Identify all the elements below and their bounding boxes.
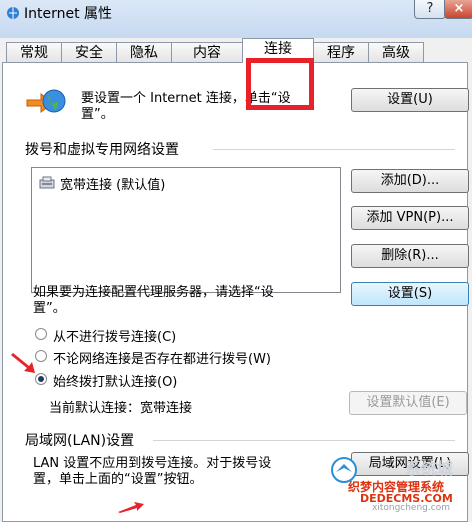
tab-advanced[interactable]: 高级 (368, 42, 424, 62)
connections-panel: 要设置一个 Internet 连接，单击“设 置”。 设置(U) 拨号和虚拟专用… (2, 62, 469, 522)
proxy-description: 如果要为连接配置代理服务器，请选择“设 置”。 (33, 285, 274, 317)
lan-text-line1: LAN 设置不应用到拨号连接。对于拨号设 (33, 456, 272, 471)
tab-programs[interactable]: 程序 (313, 42, 369, 62)
tab-content[interactable]: 内容 (171, 42, 243, 62)
highlight-box (246, 58, 314, 110)
window-title: Internet 属性 (24, 6, 113, 22)
lan-section-title: 局域网(LAN)设置 (25, 433, 135, 449)
network-globe-icon (26, 89, 66, 113)
internet-options-icon (7, 7, 19, 19)
tab-strip: 常规 安全 隐私 内容 连接 程序 高级 (0, 38, 472, 110)
divider (153, 440, 455, 441)
lan-description: LAN 设置不应用到拨号连接。对于拨号设 置，单击上面的“设置”按钮。 (33, 456, 271, 488)
setup-button[interactable]: 设置(U) (351, 88, 469, 112)
broadband-connection-icon (39, 176, 55, 189)
lan-text-line2: 置，单击上面的“设置”按钮。 (33, 472, 203, 487)
watermark-text: xitongcheng.com (372, 503, 450, 513)
tab-security[interactable]: 安全 (61, 42, 117, 62)
help-button[interactable]: ? (414, 0, 446, 19)
red-arrow-icon (11, 353, 35, 373)
proxy-text-line1: 如果要为连接配置代理服务器，请选择“设 (33, 285, 274, 300)
settings-button[interactable]: 设置(S) (351, 282, 469, 306)
title-bar: Internet 属性 ? × (0, 0, 472, 38)
connection-list[interactable]: 宽带连接 (默认值) (31, 167, 341, 293)
remove-button[interactable]: 删除(R)... (351, 244, 469, 268)
close-button[interactable]: × (444, 0, 472, 19)
add-vpn-button[interactable]: 添加 VPN(P)... (351, 206, 469, 230)
watermark-logo-icon (331, 457, 357, 483)
proxy-text-line2: 置”。 (33, 301, 66, 316)
watermark-text: 系统城 (405, 459, 454, 478)
radio-circle[interactable] (35, 328, 47, 340)
radio-label: 从不进行拨号连接(C) (53, 330, 177, 345)
radio-label: 始终拨打默认连接(O) (53, 375, 178, 390)
connection-name: 宽带连接 (默认值) (60, 178, 166, 193)
divider (213, 149, 455, 150)
set-default-button[interactable]: 设置默认值(E) (349, 391, 467, 415)
red-arrow-icon (118, 502, 144, 513)
current-default-text: 当前默认连接：宽带连接 (49, 401, 193, 416)
radio-label: 不论网络连接是否存在都进行拨号(W) (53, 352, 271, 367)
add-button[interactable]: 添加(D)... (351, 169, 469, 193)
tab-general[interactable]: 常规 (6, 42, 62, 62)
dialup-section-title: 拨号和虚拟专用网络设置 (25, 142, 179, 158)
tab-privacy[interactable]: 隐私 (116, 42, 172, 62)
